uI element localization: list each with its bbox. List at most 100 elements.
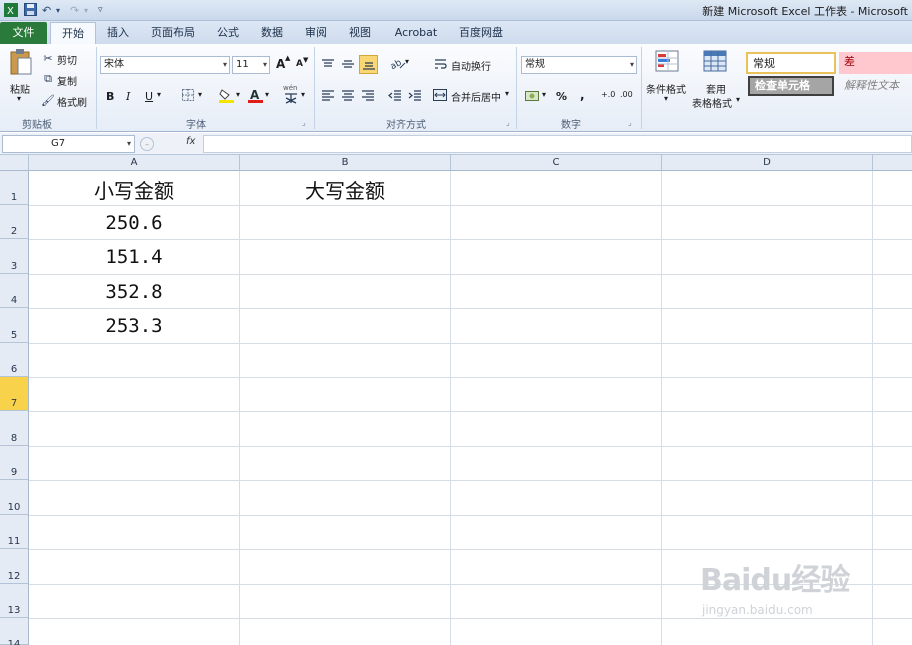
format-as-table-line1[interactable]: 套用	[706, 81, 726, 96]
copy-icon[interactable]: ⧉	[42, 72, 54, 85]
increase-indent-icon[interactable]	[407, 88, 423, 102]
font-color-icon[interactable]: A	[247, 87, 263, 103]
chevron-down-icon[interactable]: ▾	[84, 3, 88, 18]
column-header-e[interactable]	[873, 155, 912, 171]
row-header-10[interactable]: 10	[0, 480, 28, 515]
tab-home[interactable]: 开始	[50, 22, 96, 44]
dialog-launcher-icon[interactable]: ⌟	[628, 118, 632, 127]
chevron-down-icon[interactable]: ▾	[265, 90, 269, 99]
dialog-launcher-icon[interactable]: ⌟	[302, 118, 306, 127]
chevron-down-icon[interactable]: ▾	[664, 94, 668, 103]
style-bad[interactable]: 差	[839, 52, 912, 74]
chevron-down-icon[interactable]: ▾	[405, 57, 409, 66]
format-as-table-icon[interactable]	[702, 49, 730, 75]
row-header-6[interactable]: 6	[0, 343, 28, 377]
chevron-down-icon[interactable]: ▾	[301, 90, 305, 99]
undo-icon[interactable]: ↶	[42, 3, 51, 18]
customize-qat-icon[interactable]: ▿	[98, 3, 103, 18]
grow-font-button[interactable]: A	[276, 57, 285, 71]
chevron-down-icon[interactable]: ▾	[198, 90, 202, 99]
align-bottom-icon[interactable]	[359, 55, 378, 74]
merge-center-icon[interactable]	[433, 88, 447, 102]
column-header-d[interactable]: D	[662, 155, 873, 171]
tab-insert[interactable]: 插入	[100, 22, 136, 44]
style-check-cell[interactable]: 检查单元格	[748, 76, 834, 96]
font-name-select[interactable]: 宋体 ▾	[100, 56, 230, 74]
cut-button[interactable]: 剪切	[57, 52, 77, 67]
row-header-12[interactable]: 12	[0, 549, 28, 584]
align-left-icon[interactable]	[320, 88, 336, 102]
cell-b1[interactable]: 大写金额	[240, 175, 450, 203]
row-header-14[interactable]: 14	[0, 618, 28, 645]
redo-icon[interactable]: ↷	[70, 3, 79, 18]
cell-a1[interactable]: 小写金额	[29, 175, 239, 203]
fill-color-icon[interactable]	[218, 87, 234, 103]
column-header-b[interactable]: B	[240, 155, 451, 171]
chevron-down-icon[interactable]: ▾	[236, 90, 240, 99]
format-painter-icon[interactable]: 🖌	[41, 94, 55, 107]
accounting-format-icon[interactable]	[524, 88, 540, 102]
font-size-select[interactable]: 11 ▾	[232, 56, 270, 74]
name-box[interactable]: G7 ▾	[2, 135, 135, 153]
expand-icon[interactable]: –	[140, 137, 154, 151]
decrease-decimal-button[interactable]: .00	[620, 90, 633, 99]
underline-button[interactable]: U	[145, 90, 153, 103]
italic-button[interactable]: I	[126, 90, 130, 103]
merge-center-button[interactable]: 合并后居中	[451, 89, 501, 104]
tab-page-layout[interactable]: 页面布局	[146, 22, 200, 44]
cell-a3[interactable]: 151.4	[29, 246, 239, 272]
row-header-5[interactable]: 5	[0, 308, 28, 343]
shrink-font-button[interactable]: A	[296, 59, 303, 69]
align-middle-icon[interactable]	[340, 57, 356, 71]
borders-icon[interactable]	[181, 88, 195, 102]
conditional-formatting-icon[interactable]	[654, 49, 682, 75]
tab-baidu-netdisk[interactable]: 百度网盘	[452, 22, 510, 44]
align-top-icon[interactable]	[320, 57, 336, 71]
number-format-select[interactable]: 常规 ▾	[521, 56, 637, 74]
tab-file[interactable]: 文件	[0, 22, 47, 44]
style-normal[interactable]: 常规	[746, 52, 836, 74]
cell-a2[interactable]: 250.6	[29, 212, 239, 238]
chevron-down-icon[interactable]: ▾	[505, 89, 509, 98]
tab-acrobat[interactable]: Acrobat	[390, 22, 442, 44]
increase-decimal-button[interactable]: +.0	[601, 90, 615, 99]
chevron-down-icon[interactable]: ▾	[17, 94, 21, 103]
insert-function-button[interactable]: fx	[186, 136, 195, 147]
row-header-8[interactable]: 8	[0, 411, 28, 446]
tab-formulas[interactable]: 公式	[210, 22, 246, 44]
chevron-down-icon[interactable]: ▾	[56, 3, 60, 18]
row-header-4[interactable]: 4	[0, 274, 28, 308]
paste-icon[interactable]	[8, 48, 34, 76]
row-header-9[interactable]: 9	[0, 446, 28, 480]
chevron-down-icon[interactable]: ▾	[157, 90, 161, 99]
row-header-11[interactable]: 11	[0, 515, 28, 549]
comma-button[interactable]: ,	[580, 88, 585, 102]
copy-button[interactable]: 复制	[57, 73, 77, 88]
wrap-text-button[interactable]: 自动换行	[451, 58, 491, 73]
align-right-icon[interactable]	[360, 88, 376, 102]
format-painter-button[interactable]: 格式刷	[57, 94, 87, 109]
bold-button[interactable]: B	[106, 90, 114, 103]
phonetic-guide-icon[interactable]	[282, 91, 300, 105]
row-header-3[interactable]: 3	[0, 239, 28, 274]
column-header-c[interactable]: C	[451, 155, 662, 171]
tab-review[interactable]: 审阅	[298, 22, 334, 44]
column-header-a[interactable]: A	[29, 155, 240, 171]
chevron-down-icon[interactable]: ▾	[736, 95, 740, 104]
wrap-text-icon[interactable]	[433, 57, 447, 71]
percent-button[interactable]: %	[556, 90, 567, 103]
decrease-indent-icon[interactable]	[387, 88, 403, 102]
cell-a4[interactable]: 352.8	[29, 281, 239, 307]
row-header-2[interactable]: 2	[0, 205, 28, 239]
row-header-13[interactable]: 13	[0, 584, 28, 618]
style-explanatory[interactable]: 解释性文本	[839, 76, 912, 96]
formula-input[interactable]	[203, 135, 912, 153]
select-all-corner[interactable]	[0, 155, 29, 171]
tab-view[interactable]: 视图	[342, 22, 378, 44]
dialog-launcher-icon[interactable]: ⌟	[506, 118, 510, 127]
row-header-7[interactable]: 7	[0, 377, 28, 411]
row-header-1[interactable]: 1	[0, 171, 28, 205]
chevron-down-icon[interactable]: ▾	[542, 90, 546, 99]
save-icon[interactable]	[24, 3, 37, 18]
cell-a5[interactable]: 253.3	[29, 315, 239, 341]
